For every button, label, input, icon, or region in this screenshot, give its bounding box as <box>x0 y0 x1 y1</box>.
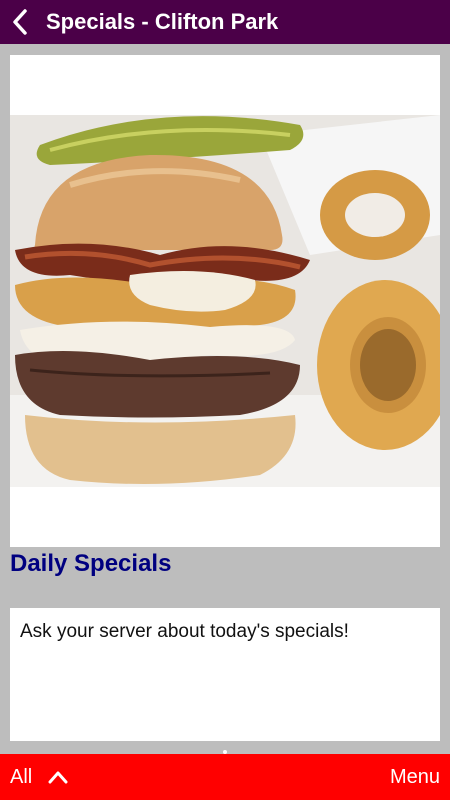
back-arrow-icon <box>13 9 27 35</box>
burger-photo <box>10 115 440 487</box>
menu-button[interactable]: Menu <box>390 766 440 789</box>
bottom-navigation-bar: All Menu <box>0 754 450 800</box>
section-title: Daily Specials <box>10 550 172 577</box>
special-image-card <box>10 55 440 547</box>
specials-text-card: Ask your server about today's specials! <box>10 608 440 741</box>
specials-description: Ask your server about today's specials! <box>20 621 349 642</box>
back-button[interactable] <box>0 0 40 44</box>
all-button[interactable]: All <box>10 766 68 789</box>
app-header: Specials - Clifton Park <box>0 0 450 44</box>
page-title: Specials - Clifton Park <box>46 9 279 34</box>
all-label: All <box>10 765 33 788</box>
chevron-up-icon <box>48 770 68 784</box>
